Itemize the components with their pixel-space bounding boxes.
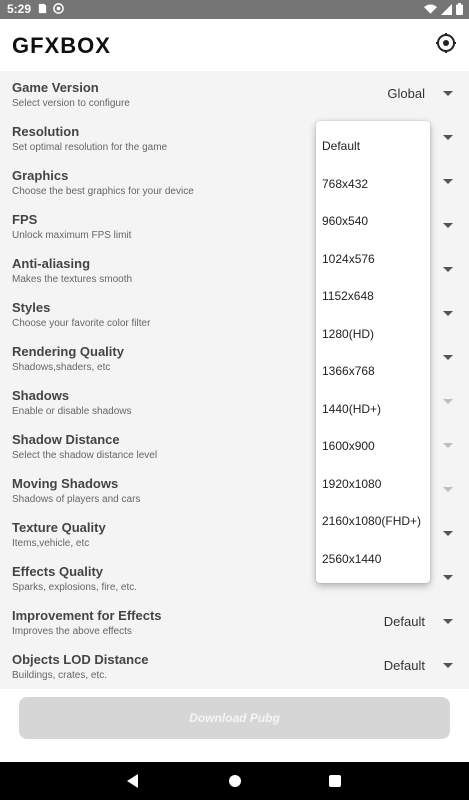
dropdown-arrow-icon[interactable] xyxy=(443,399,453,404)
status-right-icons xyxy=(424,3,463,15)
setting-game-version[interactable]: Game Version Select version to configure… xyxy=(0,71,469,115)
status-bar: 5:29 xyxy=(0,0,469,19)
dropdown-arrow-icon[interactable] xyxy=(443,663,453,668)
download-button[interactable]: Download Pubg xyxy=(19,697,450,739)
resolution-option[interactable]: 1440(HD+) xyxy=(322,402,430,422)
setting-objects-lod-distance[interactable]: Objects LOD Distance Buildings, crates, … xyxy=(0,643,469,687)
status-time: 5:29 xyxy=(7,2,32,16)
dropdown-arrow-icon[interactable] xyxy=(443,619,453,624)
dropdown-arrow-icon[interactable] xyxy=(443,311,453,316)
sim-icon xyxy=(38,3,47,14)
setting-label: Graphics xyxy=(12,168,69,183)
dropdown-arrow-icon[interactable] xyxy=(443,91,453,96)
setting-description: Makes the textures smooth xyxy=(12,274,133,285)
resolution-option[interactable]: 1280(HD) xyxy=(322,327,430,347)
signal-icon xyxy=(441,3,452,15)
setting-description: Shadows,shaders, etc xyxy=(12,362,111,373)
setting-value: Default xyxy=(383,614,425,629)
resolution-dropdown-menu: Default 768x432 960x540 1024x576 1152x64… xyxy=(316,121,430,583)
resolution-option[interactable]: 960x540 xyxy=(322,214,430,234)
app-bar: GFXBOX xyxy=(0,19,469,71)
setting-description: Improves the above effects xyxy=(12,626,132,637)
resolution-option[interactable]: 1920x1080 xyxy=(322,477,430,497)
dropdown-arrow-icon[interactable] xyxy=(443,267,453,272)
resolution-option[interactable]: 2160x1080(FHD+) xyxy=(322,514,430,534)
setting-description: Select the shadow distance level xyxy=(12,450,158,461)
setting-label: Rendering Quality xyxy=(12,344,124,359)
setting-label: Objects LOD Distance xyxy=(12,652,149,667)
setting-label: Improvement for Effects xyxy=(12,608,162,623)
dropdown-arrow-icon[interactable] xyxy=(443,575,453,580)
navigation-bar xyxy=(0,762,469,800)
setting-description: Shadows of players and cars xyxy=(12,494,141,505)
home-icon[interactable] xyxy=(229,775,241,787)
at-icon xyxy=(53,3,64,14)
setting-label: Moving Shadows xyxy=(12,476,119,491)
setting-description: Sparks, explosions, fire, etc. xyxy=(12,582,138,593)
dropdown-arrow-icon[interactable] xyxy=(443,179,453,184)
resolution-option[interactable]: 768x432 xyxy=(322,177,430,197)
setting-label: Resolution xyxy=(12,124,80,139)
setting-description: Unlock maximum FPS limit xyxy=(12,230,132,241)
back-icon[interactable] xyxy=(127,774,138,788)
setting-label: Texture Quality xyxy=(12,520,106,535)
setting-label: FPS xyxy=(12,212,38,227)
dropdown-arrow-icon[interactable] xyxy=(443,487,453,492)
setting-description: Choose your favorite color filter xyxy=(12,318,151,329)
dropdown-arrow-icon[interactable] xyxy=(443,531,453,536)
dropdown-arrow-icon[interactable] xyxy=(443,355,453,360)
dropdown-arrow-icon[interactable] xyxy=(443,443,453,448)
resolution-option[interactable]: 2560x1440 xyxy=(322,552,430,572)
setting-description: Select version to configure xyxy=(12,98,130,109)
setting-label: Anti-aliasing xyxy=(12,256,91,271)
setting-label: Shadows xyxy=(12,388,70,403)
dropdown-arrow-icon[interactable] xyxy=(443,135,453,140)
resolution-option[interactable]: 1366x768 xyxy=(322,364,430,384)
settings-icon[interactable] xyxy=(435,32,457,54)
wifi-icon xyxy=(424,4,437,14)
setting-description: Buildings, crates, etc. xyxy=(12,670,108,681)
setting-improvement-for-effects[interactable]: Improvement for Effects Improves the abo… xyxy=(0,599,469,643)
setting-label: Shadow Distance xyxy=(12,432,120,447)
resolution-option[interactable]: Default xyxy=(322,139,430,159)
battery-icon xyxy=(456,3,463,15)
recents-icon[interactable] xyxy=(329,775,341,787)
setting-value: Global xyxy=(387,86,425,101)
setting-label: Effects Quality xyxy=(12,564,104,579)
app-title: GFXBOX xyxy=(12,33,111,58)
setting-description: Choose the best graphics for your device xyxy=(12,186,194,197)
setting-label: Styles xyxy=(12,300,51,315)
resolution-option[interactable]: 1600x900 xyxy=(322,439,430,459)
resolution-option[interactable]: 1152x648 xyxy=(322,289,430,309)
setting-description: Set optimal resolution for the game xyxy=(12,142,168,153)
setting-label: Game Version xyxy=(12,80,99,95)
setting-description: Enable or disable shadows xyxy=(12,406,132,417)
setting-value: Default xyxy=(383,658,425,673)
dropdown-arrow-icon[interactable] xyxy=(443,223,453,228)
resolution-option[interactable]: 1024x576 xyxy=(322,252,430,272)
setting-description: Items,vehicle, etc xyxy=(12,538,90,549)
